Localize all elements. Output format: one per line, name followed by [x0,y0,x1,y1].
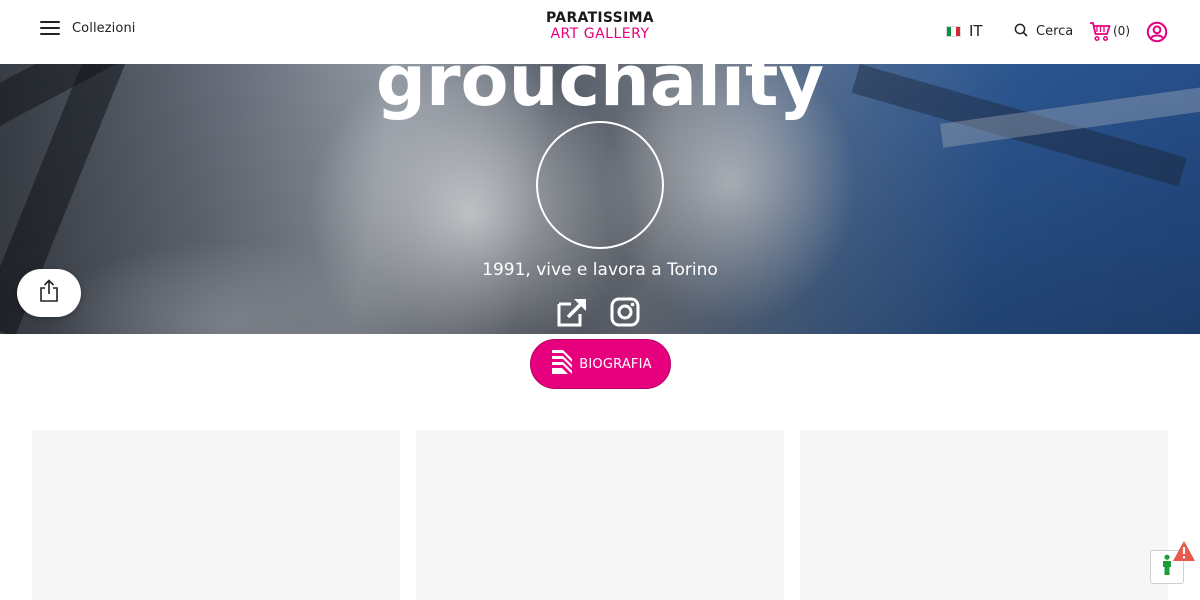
artwork-card[interactable] [416,430,784,600]
external-link-icon[interactable] [556,296,588,332]
instagram-icon[interactable] [610,297,640,331]
language-selector[interactable]: IT [946,22,983,40]
site-header: Collezioni PARATISSIMA ART GALLERY IT Ce… [0,0,1200,64]
share-icon [38,279,60,307]
site-logo[interactable]: PARATISSIMA ART GALLERY [530,10,670,42]
biography-button[interactable]: BIOGRAFIA [530,339,671,389]
artist-avatar [536,121,664,249]
cart-icon [1089,20,1111,46]
artist-links [556,296,640,332]
artwork-card[interactable] [800,430,1168,600]
user-account-button[interactable] [1146,21,1168,47]
cart-count: (0) [1113,24,1130,38]
collections-menu-button[interactable]: Collezioni [38,18,136,38]
artist-hero-banner: grouchality 1991, vive e lavora a Torino [0,64,1200,334]
book-pages-icon [549,348,575,380]
warning-icon [1172,540,1196,562]
page: grouchality 1991, vive e lavora a Torino [0,0,1200,600]
search-label: Cerca [1036,24,1074,39]
cart-button[interactable]: (0) [1089,20,1130,46]
artist-name: grouchality [375,64,825,122]
user-icon [1146,21,1168,47]
collections-label: Collezioni [72,20,136,36]
search-button[interactable]: Cerca [1014,22,1073,41]
artwork-card[interactable] [32,430,400,600]
share-button[interactable] [17,269,81,317]
biography-label: BIOGRAFIA [579,356,652,372]
logo-wordmark-bottom: ART GALLERY [550,26,650,42]
logo-wordmark-top: PARATISSIMA [546,10,654,26]
artist-subtitle: 1991, vive e lavora a Torino [482,260,718,280]
italy-flag-icon [946,25,961,37]
search-icon [1014,22,1028,41]
language-label: IT [969,22,983,40]
hamburger-icon [38,18,62,38]
